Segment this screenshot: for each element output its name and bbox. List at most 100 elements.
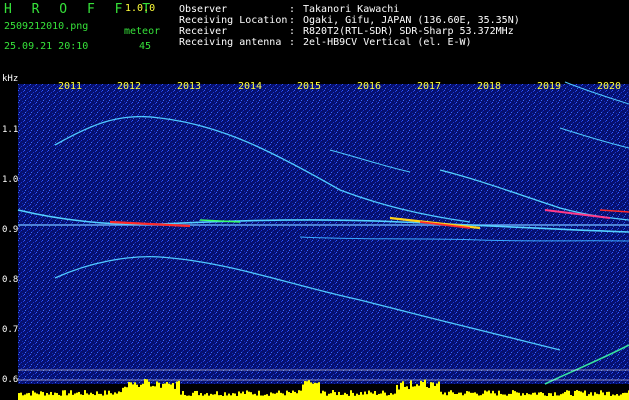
histogram-bar: [506, 395, 508, 400]
histogram-bar: [308, 380, 310, 400]
histogram-bar: [334, 392, 336, 400]
histogram-bar: [418, 385, 420, 400]
histogram-bar: [532, 392, 534, 400]
histogram-bar: [324, 391, 326, 400]
histogram-bar: [264, 394, 266, 400]
histogram-bar: [194, 391, 196, 400]
histogram-bar: [114, 392, 116, 400]
histogram-bar: [466, 391, 468, 400]
histogram-bar: [448, 391, 450, 400]
histogram-bar: [106, 394, 108, 400]
histogram-bar: [24, 394, 26, 400]
histogram-bar: [370, 392, 372, 400]
histogram-bar: [280, 392, 282, 400]
histogram-bar: [322, 390, 324, 400]
histogram-bar: [422, 382, 424, 400]
histogram-bar: [294, 391, 296, 400]
histogram-bar: [568, 390, 570, 400]
histogram-bar: [562, 393, 564, 400]
histogram-bar: [274, 393, 276, 400]
histogram-bar: [564, 391, 566, 400]
histogram-bar: [74, 393, 76, 400]
histogram-bar: [558, 395, 560, 400]
histogram-bar: [290, 393, 292, 400]
histogram-bar: [250, 392, 252, 400]
histogram-bar: [608, 391, 610, 400]
histogram-bar: [166, 382, 168, 400]
histogram-bar: [550, 393, 552, 400]
histogram-bar: [574, 390, 576, 400]
histogram-bar: [408, 389, 410, 400]
histogram-bar: [196, 390, 198, 400]
histogram-bar: [514, 391, 516, 400]
histogram-bar: [104, 390, 106, 400]
histogram-bar: [508, 393, 510, 400]
histogram-bar: [412, 386, 414, 400]
histogram-bar: [42, 392, 44, 400]
histogram-bar: [94, 395, 96, 400]
histogram-bar: [354, 395, 356, 400]
histogram-bar: [480, 395, 482, 400]
histogram-bar: [190, 395, 192, 400]
histogram-bar: [364, 391, 366, 400]
histogram-bar: [326, 395, 328, 400]
histogram-bar: [548, 393, 550, 400]
histogram-bar: [410, 380, 412, 400]
histogram-bar: [404, 386, 406, 400]
histogram-bar: [614, 395, 616, 400]
histogram-bar: [556, 395, 558, 400]
frequency-tick-label: 0.6: [2, 375, 19, 385]
histogram-bar: [584, 390, 586, 400]
histogram-bar: [72, 394, 74, 400]
histogram-bar: [570, 394, 572, 400]
info-row-observer: Observer: Takanori Kawachi: [179, 4, 400, 15]
histogram-bar: [306, 381, 308, 400]
histogram-bar: [464, 393, 466, 400]
frequency-tick-label: 0.8: [2, 275, 19, 285]
histogram-bar: [152, 385, 154, 400]
histogram-bar: [232, 393, 234, 400]
histogram-bar: [470, 392, 472, 400]
meteor-count: 45: [139, 41, 152, 52]
histogram-bar: [132, 384, 134, 400]
histogram-bar: [160, 387, 162, 400]
histogram-bar: [406, 386, 408, 400]
histogram-bar: [534, 392, 536, 400]
histogram-bar: [136, 384, 138, 400]
histogram-bar: [252, 394, 254, 400]
histogram-bar: [572, 395, 574, 400]
histogram-bar: [332, 390, 334, 400]
histogram-bar: [310, 382, 312, 400]
histogram-bar: [260, 395, 262, 400]
histogram-bar: [330, 393, 332, 400]
histogram-bar: [320, 393, 322, 400]
histogram-bar: [472, 392, 474, 400]
histogram-bar: [520, 395, 522, 400]
histogram-bar: [220, 395, 222, 400]
histogram-bar: [268, 395, 270, 400]
histogram-bar: [66, 395, 68, 400]
histogram-bar: [102, 395, 104, 400]
histogram-bar: [458, 392, 460, 400]
histogram-bar: [40, 391, 42, 400]
year-label: 2020: [597, 81, 622, 92]
histogram-bar: [430, 382, 432, 400]
histogram-bar: [392, 394, 394, 400]
histogram-bar: [432, 382, 434, 400]
histogram-bar: [368, 390, 370, 400]
histogram-bar: [344, 392, 346, 400]
histogram-bar: [122, 387, 124, 400]
histogram-bar: [228, 393, 230, 400]
frequency-tick-label: 0.9: [2, 225, 19, 235]
histogram-bar: [486, 391, 488, 400]
histogram-bar: [134, 382, 136, 400]
histogram-bar: [174, 388, 176, 400]
histogram-bar: [298, 390, 300, 400]
histogram-bar: [536, 394, 538, 400]
info-row-receiver: Receiver: R820T2(RTL-SDR) SDR-Sharp 53.37…: [179, 26, 514, 37]
histogram-bar: [546, 395, 548, 400]
histogram-bar: [530, 394, 532, 400]
histogram-bar: [162, 383, 164, 400]
histogram-bar: [76, 392, 78, 400]
histogram-bar: [380, 393, 382, 400]
